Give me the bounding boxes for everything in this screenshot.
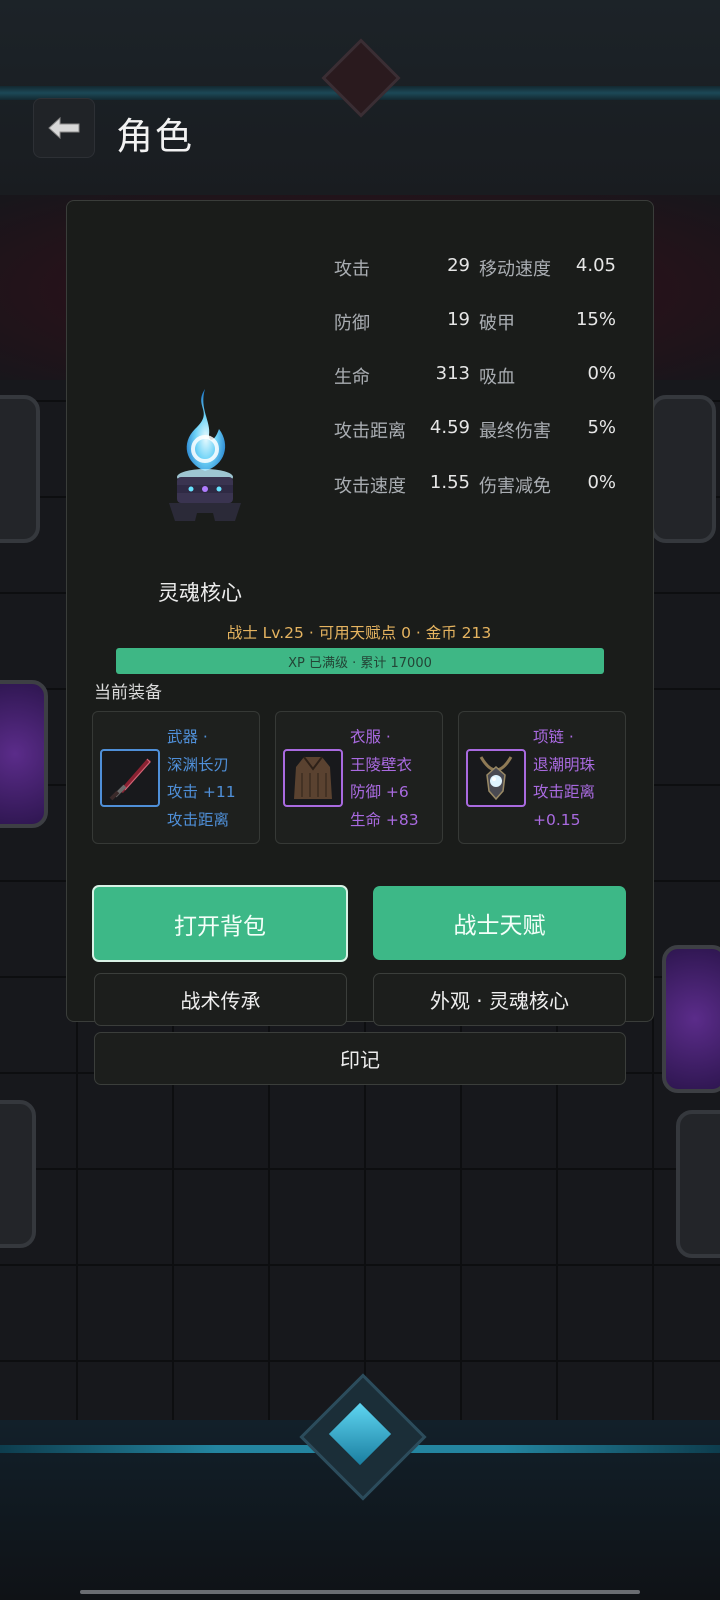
equipment-slot: 衣服 · [350,728,391,746]
open-bag-button[interactable]: 打开背包 [92,885,348,962]
equipment-stat: 攻击距离 [533,783,596,801]
stat-value: 4.05 [575,255,616,276]
robe-icon [283,749,343,807]
equipment-card-necklace[interactable]: 项链 · 退潮明珠 攻击距离 +0.15 [458,711,626,844]
tactics-legacy-button[interactable]: 战术传承 [94,973,347,1026]
stat-label: 防御 [334,313,370,334]
equipment-stat: 生命 +83 [350,810,419,829]
background-side-panel [0,680,48,828]
background-side-panel [676,1110,720,1258]
stat-value: 0% [587,472,616,493]
equipment-stat: 攻击距离 [167,810,230,829]
equipment-stat: 防御 +6 [350,783,409,801]
back-arrow-icon [48,116,80,140]
stat-value: 29 [447,255,470,276]
background-side-panel [0,395,40,543]
stat-label: 移动速度 [479,259,551,280]
background-side-panel [650,395,716,543]
back-button[interactable] [33,98,95,158]
mark-button[interactable]: 印记 [94,1032,626,1085]
stat-label: 攻击速度 [334,476,406,497]
stat-label: 吸血 [479,367,515,388]
equipment-name: 王陵壁衣 [350,755,413,774]
equipment-name: 深渊长刃 [167,755,230,774]
stat-value: 15% [575,309,616,330]
xp-bar-text: XP 已满级 · 累计 17000 [288,655,432,671]
stat-value: 0% [587,363,616,384]
soul-core-avatar-icon [169,389,241,521]
stat-value: 313 [435,363,470,384]
equipment-stat: 攻击 +11 [167,783,236,801]
xp-bar: XP 已满级 · 累计 17000 [116,648,604,674]
stat-label: 伤害减免 [479,476,551,497]
level-gold-summary: 战士 Lv.25 · 可用天赋点 0 · 金币 213 [226,624,492,642]
sword-icon [100,749,160,807]
stat-label: 生命 [334,367,370,388]
equipment-title: 当前装备 [94,683,162,703]
stat-value: 5% [587,417,616,438]
equipment-card-clothes[interactable]: 衣服 · 王陵壁衣 防御 +6 生命 +83 [275,711,443,844]
stat-label: 攻击距离 [334,421,406,442]
home-indicator[interactable] [80,1590,640,1594]
stat-value: 1.55 [429,472,470,493]
stat-label: 攻击 [334,259,370,280]
equipment-text: 武器 · 深渊长刃 攻击 +11 攻击距离 [167,724,259,834]
stat-label: 最终伤害 [479,421,551,442]
character-name: 灵魂核心 [158,581,242,605]
equipment-slot: 武器 · [167,728,208,746]
stat-label: 破甲 [479,313,515,334]
page-title: 角色 [116,115,194,158]
equipment-text: 项链 · 退潮明珠 攻击距离 +0.15 [533,724,625,834]
talent-button[interactable]: 战士天赋 [373,886,626,960]
equipment-text: 衣服 · 王陵壁衣 防御 +6 生命 +83 [350,724,442,834]
stat-value: 19 [447,309,470,330]
necklace-icon [466,749,526,807]
stat-value: 4.59 [429,417,470,438]
equipment-name: 退潮明珠 [533,755,596,774]
background-side-panel [0,1100,36,1248]
background-side-panel [662,945,720,1093]
equipment-slot: 项链 · [533,728,574,746]
equipment-stat: +0.15 [533,810,581,829]
appearance-button[interactable]: 外观 · 灵魂核心 [373,973,626,1026]
equipment-card-weapon[interactable]: 武器 · 深渊长刃 攻击 +11 攻击距离 [92,711,260,844]
